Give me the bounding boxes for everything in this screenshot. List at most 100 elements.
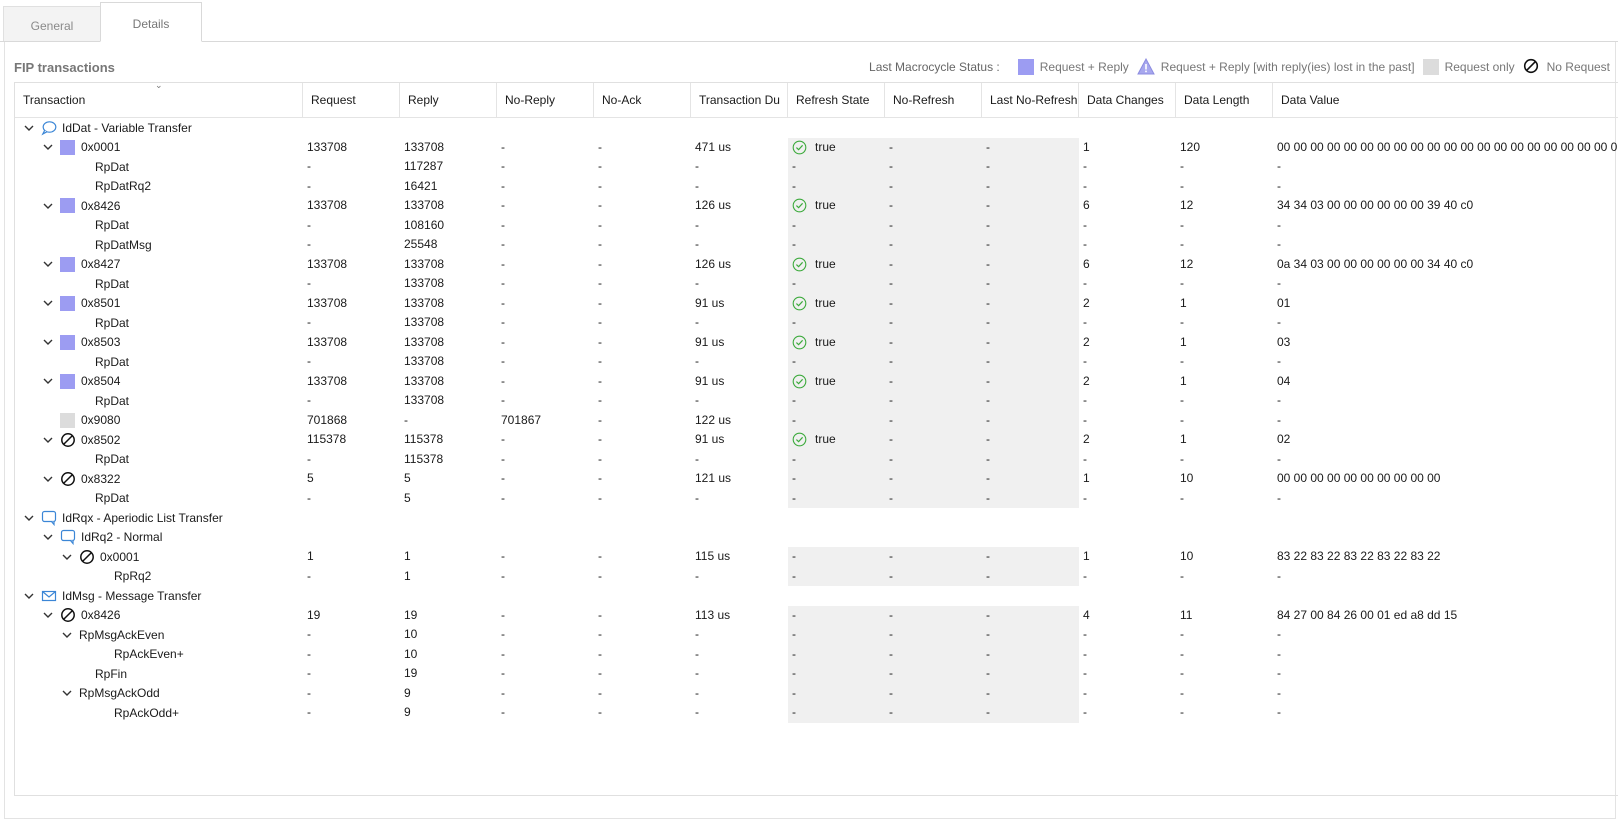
transaction-name: RpDatRq2 xyxy=(95,179,152,194)
table-row[interactable]: RpRq2 - 1 - - - - - - - - - xyxy=(15,566,1618,586)
reply-cell: 1 xyxy=(404,549,411,563)
chevron-down-icon[interactable] xyxy=(42,434,54,446)
refresh-state-cell: - xyxy=(792,159,796,173)
table-row[interactable]: RpDatMsg - 25548 - - - - - - - - - xyxy=(15,235,1618,255)
legend-label: No Request xyxy=(1546,60,1610,74)
data-length-cell: - xyxy=(1180,237,1184,251)
column-header-no-reply[interactable]: No-Reply xyxy=(497,83,594,117)
chevron-down-icon[interactable] xyxy=(42,473,54,485)
table-row[interactable]: 0x8504 133708 133708 - - 91 us true - - 2 1 04 xyxy=(15,371,1618,391)
chevron-down-icon[interactable] xyxy=(42,375,54,387)
chevron-down-icon[interactable] xyxy=(42,297,54,309)
table-group-row[interactable]: IdRq2 - Normal xyxy=(15,528,1618,548)
chevron-down-icon[interactable] xyxy=(61,551,73,563)
table-row[interactable]: RpFin - 19 - - - - - - - - - xyxy=(15,664,1618,684)
chevron-down-icon[interactable] xyxy=(42,200,54,212)
table-row[interactable]: 0x0001 133708 133708 - - 471 us true - - 1 120 00 0… xyxy=(15,137,1618,157)
table-row[interactable]: RpDat - 133708 - - - - - - - - - xyxy=(15,313,1618,333)
reply-cell: 19 xyxy=(404,666,418,680)
table-row[interactable]: 0x9080 701868 - 701867 - 122 us - - - - - - xyxy=(15,410,1618,431)
data-length-cell: - xyxy=(1180,490,1184,505)
table-row[interactable]: RpAckEven+ - 10 - - - - - - - - - xyxy=(15,644,1618,664)
transaction-cell: RpMsgAckOdd xyxy=(61,684,160,704)
legend-request-reply: Request + Reply xyxy=(1017,59,1129,75)
column-header-no-ack[interactable]: No-Ack xyxy=(594,83,691,117)
no-ack-cell: - xyxy=(598,198,602,212)
tab-general[interactable]: General xyxy=(3,6,101,41)
table-row[interactable]: RpDat - 133708 - - - - - - - - - xyxy=(15,274,1618,294)
chevron-down-icon[interactable] xyxy=(42,336,54,348)
table-row[interactable]: RpDat - 115378 - - - - - - - - - xyxy=(15,449,1618,470)
table-row[interactable]: 0x8501 133708 133708 - - 91 us true - - 2 1 01 xyxy=(15,293,1618,313)
refresh-state-cell: - xyxy=(792,666,796,680)
table-row[interactable]: 0x8322 5 5 - - 121 us - - - 1 10 00 00 00 00 00 00 … xyxy=(15,469,1618,489)
refresh-state-cell: - xyxy=(792,471,796,485)
table-row[interactable]: 0x8426 133708 133708 - - 126 us true - - 6 12 34 34… xyxy=(15,196,1618,216)
table-row[interactable]: RpMsgAckEven - 10 - - - - - - - - - xyxy=(15,625,1618,645)
table-row[interactable]: 0x8502 115378 115378 - - 91 us true - - 2 1 02 xyxy=(15,430,1618,450)
data-length-cell: 1 xyxy=(1180,373,1187,388)
table-row[interactable]: 0x8426 19 19 - - 113 us - - - 4 11 84 27 00 84 26 0… xyxy=(15,605,1618,625)
chevron-down-icon[interactable] xyxy=(61,629,73,641)
data-length-cell: - xyxy=(1180,276,1184,290)
no-refresh-cell: - xyxy=(889,471,893,485)
no-request-icon xyxy=(1523,58,1541,76)
no-reply-cell: - xyxy=(501,139,505,154)
column-header-transaction[interactable]: Transaction xyxy=(15,83,303,117)
column-header-transaction-duration[interactable]: Transaction Du xyxy=(691,83,788,117)
table-group-row[interactable]: IdRqx - Aperiodic List Transfer xyxy=(15,508,1618,528)
no-reply-cell: - xyxy=(501,705,505,719)
tab-details[interactable]: Details xyxy=(100,2,202,42)
column-header-refresh-state[interactable]: Refresh State xyxy=(788,83,885,117)
transaction-duration-cell: 121 us xyxy=(695,471,732,485)
table-row[interactable]: RpDatRq2 - 16421 - - - - - - - - - xyxy=(15,176,1618,196)
table-row[interactable]: 0x8427 133708 133708 - - 126 us true - - 6 12 0a 34… xyxy=(15,254,1618,274)
transaction-name: 0x9080 xyxy=(81,413,121,428)
chevron-down-icon[interactable] xyxy=(23,512,35,524)
no-refresh-cell: - xyxy=(889,627,893,641)
no-reply-cell: - xyxy=(501,354,505,368)
data-length-cell: 1 xyxy=(1180,432,1187,446)
data-value-cell: 34 34 03 00 00 00 00 00 00 39 40 c0 xyxy=(1277,198,1474,212)
chevron-down-icon[interactable] xyxy=(42,609,54,621)
column-header-reply[interactable]: Reply xyxy=(400,83,497,117)
no-ack-cell: - xyxy=(598,471,602,485)
chevron-down-icon[interactable] xyxy=(61,687,73,699)
last-no-refresh-cell: - xyxy=(986,432,990,446)
table-row[interactable]: RpDat - 5 - - - - - - - - - xyxy=(15,488,1618,508)
no-reply-cell: - xyxy=(501,217,505,232)
table-row[interactable]: RpAckOdd+ - 9 - - - - - - - - - xyxy=(15,703,1618,723)
column-header-no-refresh[interactable]: No-Refresh xyxy=(885,83,982,117)
request-cell: - xyxy=(307,490,311,505)
table-row[interactable]: RpDat - 108160 - - - - - - - - - xyxy=(15,215,1618,235)
transaction-duration-cell: 122 us xyxy=(695,412,732,427)
transaction-duration-cell: 471 us xyxy=(695,139,732,154)
table-row[interactable]: 0x0001 1 1 - - 115 us - - - 1 10 83 22 83 22 83 22 … xyxy=(15,547,1618,567)
no-reply-cell: - xyxy=(501,178,505,193)
table-group-row[interactable]: IdDat - Variable Transfer xyxy=(15,118,1618,138)
transaction-cell: 0x9080 xyxy=(42,411,120,431)
table-row[interactable]: RpDat - 133708 - - - - - - - - - xyxy=(15,352,1618,372)
column-header-last-no-refresh[interactable]: Last No-Refresh xyxy=(982,83,1079,117)
no-ack-cell: - xyxy=(598,646,602,661)
table-row[interactable]: RpDat - 133708 - - - - - - - - - xyxy=(15,391,1618,411)
reply-cell: 133708 xyxy=(404,315,445,329)
column-header-data-value[interactable]: Data Value xyxy=(1273,83,1618,117)
legend-no-request: No Request xyxy=(1523,58,1610,76)
column-header-data-length[interactable]: Data Length xyxy=(1176,83,1273,117)
section-title: FIP transactions xyxy=(14,60,115,75)
chevron-down-icon[interactable] xyxy=(42,258,54,270)
no-refresh-cell: - xyxy=(889,178,893,193)
column-header-data-changes[interactable]: Data Changes xyxy=(1079,83,1176,117)
table-row[interactable]: RpMsgAckOdd - 9 - - - - - - - - - xyxy=(15,683,1618,704)
table-row[interactable]: RpDat - 117287 - - - - - - - - - xyxy=(15,157,1618,177)
chevron-down-icon[interactable] xyxy=(23,590,35,602)
chevron-down-icon[interactable] xyxy=(42,141,54,153)
transaction-cell: RpDat xyxy=(61,450,129,470)
table-group-row[interactable]: IdMsg - Message Transfer xyxy=(15,586,1618,606)
chevron-down-icon[interactable] xyxy=(23,122,35,134)
chevron-down-icon[interactable] xyxy=(42,531,54,543)
table-row[interactable]: 0x8503 133708 133708 - - 91 us true - - 2 1 03 xyxy=(15,332,1618,352)
column-header-request[interactable]: Request xyxy=(303,83,400,117)
reply-cell: 5 xyxy=(404,471,411,485)
